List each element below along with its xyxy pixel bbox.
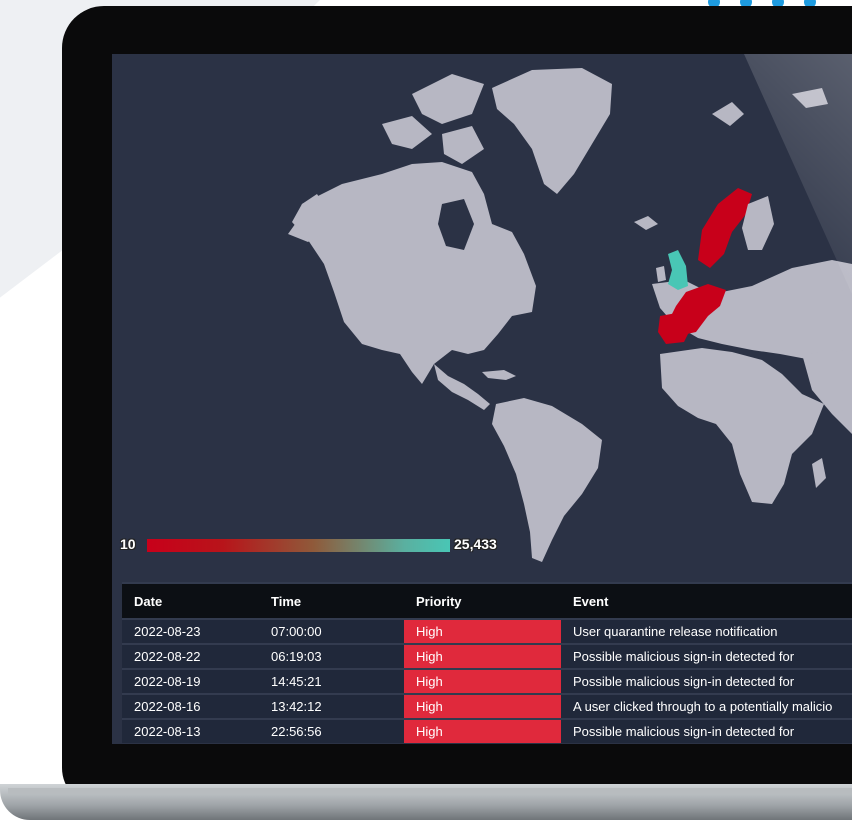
table-row[interactable]: 2022-08-16 13:42:12 High A user clicked … <box>122 695 852 718</box>
north-america-shape <box>292 162 536 384</box>
events-table-panel: Date Time Priority Event 2022-08-23 07:0… <box>122 582 852 743</box>
cell-priority: High <box>404 620 561 643</box>
cell-date: 2022-08-22 <box>122 645 259 668</box>
cell-event: A user clicked through to a potentially … <box>561 695 852 718</box>
cell-time: 22:56:56 <box>259 720 404 743</box>
uk-highlight <box>668 250 688 290</box>
column-header-priority[interactable]: Priority <box>404 584 561 618</box>
table-row[interactable]: 2022-08-13 22:56:56 High Possible malici… <box>122 720 852 743</box>
cell-priority: High <box>404 695 561 718</box>
cell-event: Possible malicious sign-in detected for <box>561 670 852 693</box>
greenland-shape <box>492 68 612 194</box>
cell-priority: High <box>404 670 561 693</box>
table-header-row: Date Time Priority Event <box>122 584 852 618</box>
cell-date: 2022-08-16 <box>122 695 259 718</box>
arctic-islands-shape <box>382 74 484 164</box>
table-row[interactable]: 2022-08-23 07:00:00 High User quarantine… <box>122 620 852 643</box>
caribbean-shape <box>482 370 516 380</box>
cell-priority: High <box>404 645 561 668</box>
cell-event: Possible malicious sign-in detected for <box>561 720 852 743</box>
events-table: Date Time Priority Event 2022-08-23 07:0… <box>122 582 852 745</box>
central-america-shape <box>434 364 490 410</box>
scale-max-label: 25,433 <box>454 536 497 552</box>
cell-time: 13:42:12 <box>259 695 404 718</box>
cell-event: Possible malicious sign-in detected for <box>561 645 852 668</box>
cell-date: 2022-08-19 <box>122 670 259 693</box>
cell-time: 14:45:21 <box>259 670 404 693</box>
cell-event: User quarantine release notification <box>561 620 852 643</box>
madagascar-shape <box>812 458 826 488</box>
column-header-date[interactable]: Date <box>122 584 259 618</box>
scale-gradient-bar <box>147 539 450 552</box>
cell-priority: High <box>404 720 561 743</box>
world-map <box>288 68 852 562</box>
color-scale-legend: 10 25,433 <box>120 536 520 556</box>
cell-date: 2022-08-13 <box>122 720 259 743</box>
africa-shape <box>660 348 824 504</box>
column-header-event[interactable]: Event <box>561 584 852 618</box>
cell-date: 2022-08-23 <box>122 620 259 643</box>
ireland-shape <box>656 266 666 282</box>
cell-time: 07:00:00 <box>259 620 404 643</box>
table-row[interactable]: 2022-08-22 06:19:03 High Possible malici… <box>122 645 852 668</box>
cell-time: 06:19:03 <box>259 645 404 668</box>
laptop-base-edge <box>8 788 852 794</box>
iceland-shape <box>634 216 658 230</box>
table-row[interactable]: 2022-08-19 14:45:21 High Possible malici… <box>122 670 852 693</box>
column-header-time[interactable]: Time <box>259 584 404 618</box>
scale-min-label: 10 <box>120 536 136 552</box>
